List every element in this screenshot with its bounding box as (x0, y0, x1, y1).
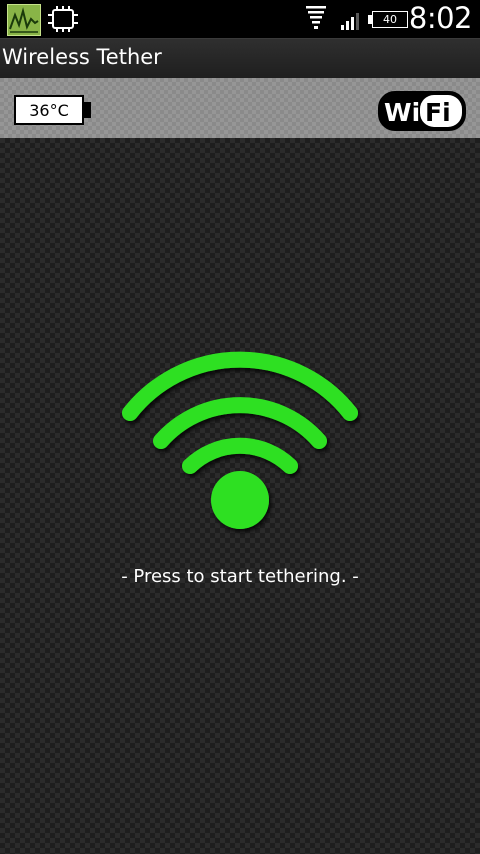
screen: 40 8:02 Wireless Tether 36°C Wi Fi - Pre… (0, 0, 480, 854)
hint-text: - Press to start tethering. - (121, 566, 359, 587)
battery-icon: 40 (372, 11, 408, 28)
app-title: Wireless Tether (2, 45, 162, 69)
wifi-logo-left: Wi (384, 98, 420, 127)
wifi-logo: Wi Fi (378, 91, 466, 135)
status-bar: 40 8:02 (0, 0, 480, 38)
chip-icon[interactable] (48, 6, 78, 32)
main-area: - Press to start tethering. - (0, 138, 480, 854)
temperature-display: 36°C (14, 95, 84, 125)
temperature-value: 36°C (29, 100, 69, 120)
temperature-battery-cap (84, 102, 91, 118)
wifi-icon (122, 351, 358, 529)
clock: 8:02 (408, 1, 473, 35)
cell-signal-icon (341, 13, 359, 30)
wifi-signal-icon (306, 6, 326, 29)
title-bar: Wireless Tether (0, 38, 480, 78)
battery-cap (368, 15, 372, 24)
wifi-logo-right: Fi (425, 98, 451, 127)
start-tether-button[interactable] (110, 346, 370, 546)
battery-level: 40 (383, 13, 397, 26)
app-notification-icon[interactable] (7, 4, 41, 36)
